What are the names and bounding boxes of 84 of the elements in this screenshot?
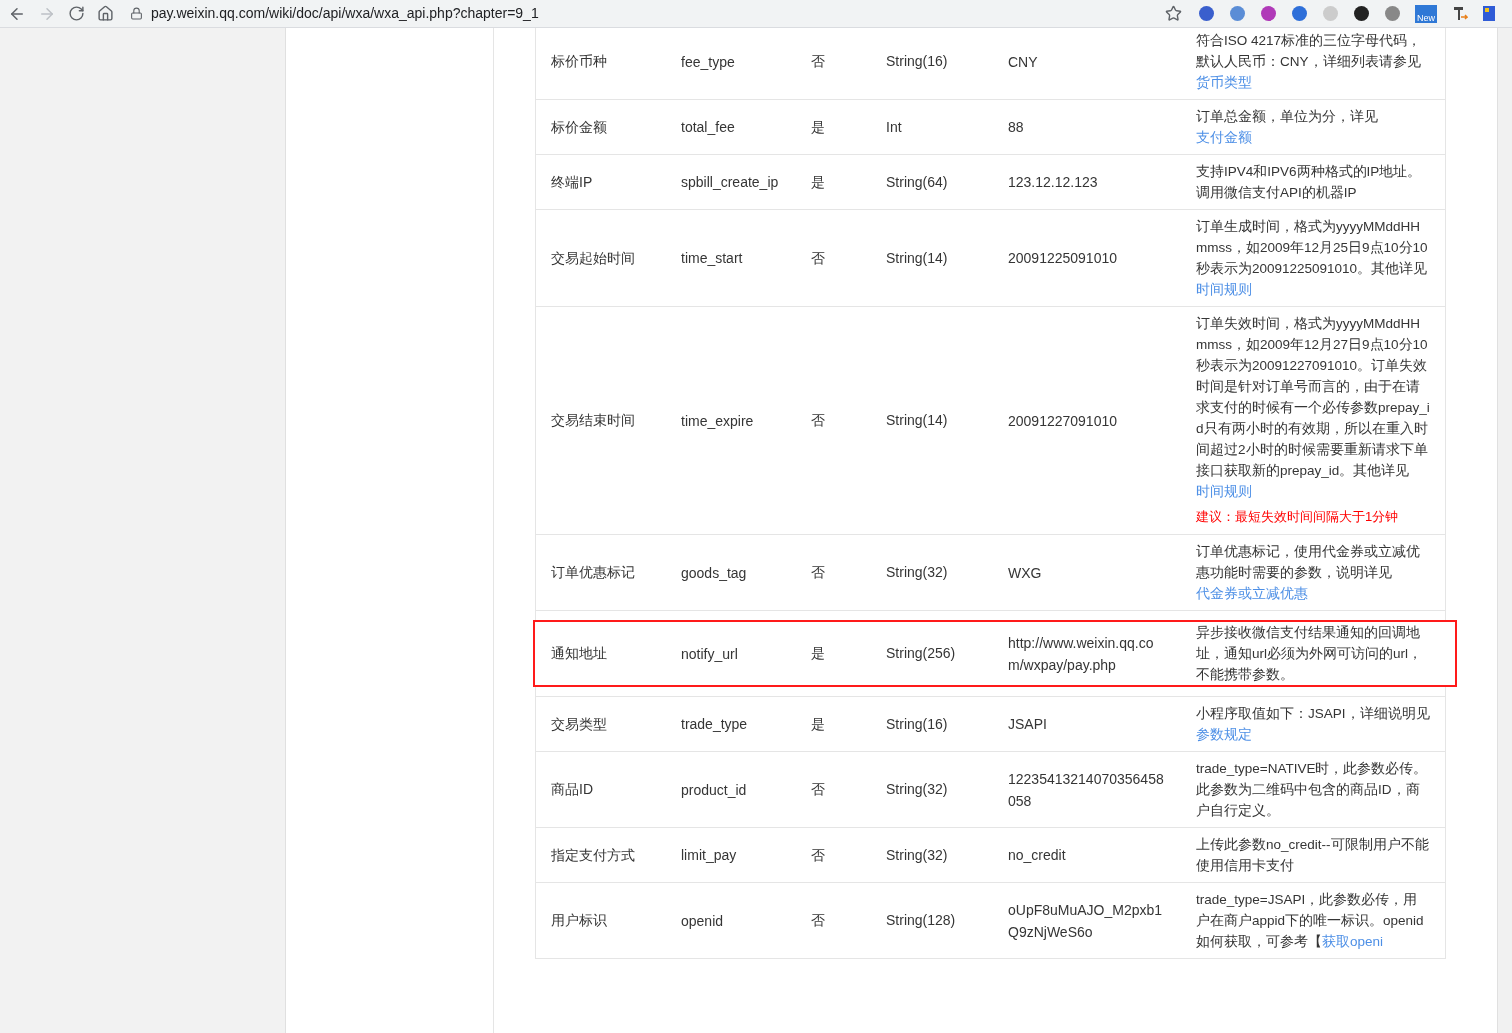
doc-link[interactable]: 货币类型 bbox=[1196, 75, 1252, 90]
table-cell-text: String(32) bbox=[885, 563, 949, 582]
table-cell-text: 订单优惠标记，使用代金券或立减优惠功能时需要的参数，说明详见 代金券或立减优惠 bbox=[1196, 543, 1421, 603]
table-cell-text: 12235413214070356458058 bbox=[1007, 769, 1165, 811]
doc-link[interactable]: 时间规则 bbox=[1196, 282, 1252, 297]
table-cell-text: goods_tag bbox=[680, 563, 748, 583]
table-cell-text: 否 bbox=[810, 563, 826, 582]
table-cell-text: 订单总金额，单位为分，详见 支付金额 bbox=[1196, 108, 1379, 147]
table-cell-text: 商品ID bbox=[550, 780, 594, 799]
table-cell-text: 是 bbox=[810, 644, 826, 663]
table-cell-text: 否 bbox=[810, 248, 826, 268]
doc-link[interactable]: 时间规则 bbox=[1196, 484, 1252, 499]
table-cell-text: 20091227091010 bbox=[1007, 411, 1118, 431]
table-cell-text: 否 bbox=[810, 411, 826, 430]
scrollbar[interactable] bbox=[1497, 28, 1512, 1033]
table-cell-text: JSAPI bbox=[1007, 715, 1048, 734]
table-cell-text: 标价币种 bbox=[550, 52, 608, 71]
table-cell-text: spbill_create_ip bbox=[680, 173, 780, 192]
table-cell-text: Int bbox=[885, 117, 903, 137]
table-cell-text: notify_url bbox=[680, 644, 739, 664]
table-cell-text: String(16) bbox=[885, 52, 949, 71]
table-cell-text: String(14) bbox=[885, 411, 949, 430]
extension-icon[interactable] bbox=[1451, 5, 1468, 22]
table-cell-text: fee_type bbox=[680, 52, 736, 72]
table-cell-text: String(32) bbox=[885, 845, 949, 865]
doc-link[interactable]: 支付金额 bbox=[1196, 130, 1252, 145]
table-cell-text: 标价金额 bbox=[550, 117, 608, 137]
table-cell-text: no_credit bbox=[1007, 846, 1067, 865]
url-text: pay.weixin.qq.com/wiki/doc/api/wxa/wxa_api.php?chapter=9_1 bbox=[151, 4, 539, 23]
table-cell-text: 是 bbox=[810, 172, 826, 192]
table-cell-text: String(16) bbox=[885, 714, 949, 734]
table-cell-text: 是 bbox=[810, 714, 826, 734]
table-cell-text: 交易起始时间 bbox=[550, 248, 636, 268]
table-cell-text: 交易结束时间 bbox=[550, 411, 636, 430]
table-cell-text: 终端IP bbox=[550, 172, 594, 192]
table-cell-text: trade_type=JSAPI，此参数必传，用户在商户appid下的唯一标识。openid如何获取，可参考【获取openi bbox=[1196, 891, 1425, 951]
table-cell-text: 异步接收微信支付结果通知的回调地址，通知url必须为外网可访问的url，不能携带参数。 bbox=[1196, 624, 1423, 684]
table-cell-text: http://www.weixin.qq.com/wxpay/pay.php bbox=[1007, 633, 1155, 675]
table-cell-text: trade_type bbox=[680, 715, 749, 734]
table-cell-text: total_fee bbox=[680, 118, 736, 137]
table-cell-text: product_id bbox=[680, 780, 748, 800]
table-cell-text: WXG bbox=[1007, 563, 1043, 583]
extension-icon[interactable] bbox=[1353, 5, 1370, 22]
table-cell-text: 上传此参数no_credit--可限制用户不能使用信用卡支付 bbox=[1196, 836, 1430, 875]
table-cell-text: String(14) bbox=[885, 248, 949, 268]
table-cell-text: String(128) bbox=[885, 911, 957, 930]
table-cell-text: String(256) bbox=[885, 644, 957, 663]
table-cell-text: 订单失效时间，格式为yyyyMMddHHmmss，如2009年12月27日9点10分10秒表示为20091227091010。订单失效时间是针对订单号而言的，由于在请求支付的时候有一个必传参数prepay_id只有两小时的有效期，所以在重入时间超过2小时的时候需要重新请求下单接口获取新的prepay_id。其他详见 时间规则 bbox=[1196, 315, 1431, 501]
table-cell-text: String(64) bbox=[885, 172, 949, 192]
doc-link[interactable]: 参数规定 bbox=[1196, 727, 1252, 742]
table-cell-text: 123.12.12.123 bbox=[1007, 173, 1099, 192]
address-bar[interactable]: pay.weixin.qq.com/wiki/doc/api/wxa/wxa_api.php?chapter=9_1 bbox=[126, 1, 1186, 26]
table-cell-text: 支持IPV4和IPV6两种格式的IP地址。调用微信支付API的机器IP bbox=[1196, 163, 1423, 202]
table-cell-text: CNY bbox=[1007, 52, 1039, 72]
table-cell-text: 通知地址 bbox=[550, 644, 608, 663]
doc-link[interactable]: 获取openi bbox=[1322, 934, 1384, 949]
table-cell-text: 小程序取值如下：JSAPI，详细说明见 参数规定 bbox=[1196, 705, 1431, 744]
table-cell-text: time_expire bbox=[680, 411, 755, 431]
table-cell-text: 88 bbox=[1007, 118, 1025, 137]
table-cell-text: 20091225091010 bbox=[1007, 249, 1118, 268]
table-cell-text: String(32) bbox=[885, 780, 949, 799]
table-cell-text: 否 bbox=[810, 780, 826, 799]
table-cell-text: 符合ISO 4217标准的三位字母代码，默认人民币：CNY，详细列表请参见 货币类型 bbox=[1196, 32, 1423, 92]
table-cell-text: trade_type=NATIVE时，此参数必传。此参数为二维码中包含的商品ID，商户自行定义。 bbox=[1196, 760, 1429, 820]
table-cell-text: 交易类型 bbox=[550, 714, 608, 734]
table-cell-text: oUpF8uMuAJO_M2pxb1Q9zNjWeS6o bbox=[1007, 900, 1164, 942]
warning-note: 建议：最短失效时间间隔大于1分钟 bbox=[1196, 508, 1400, 526]
table-cell-text: 用户标识 bbox=[550, 911, 608, 930]
doc-link[interactable]: 代金券或立减优惠 bbox=[1196, 586, 1308, 601]
table-cell-text: limit_pay bbox=[680, 846, 738, 865]
table-cell-text: 指定支付方式 bbox=[550, 845, 636, 865]
table-cell-text: 否 bbox=[810, 52, 826, 71]
table-cell-text: 否 bbox=[810, 845, 826, 865]
table-cell-text: 否 bbox=[810, 911, 826, 930]
table-cell-text: time_start bbox=[680, 249, 744, 268]
lock-icon bbox=[130, 7, 143, 20]
table-cell-text: 订单优惠标记 bbox=[550, 563, 636, 582]
extension-badge[interactable]: New bbox=[1415, 4, 1437, 23]
table-cell-text: 订单生成时间，格式为yyyyMMddHHmmss，如2009年12月25日9点10分10秒表示为20091225091010。其他详见 时间规则 bbox=[1196, 218, 1429, 299]
table-cell-text: openid bbox=[680, 911, 725, 931]
bookmark-star-icon[interactable] bbox=[1165, 5, 1182, 22]
home-button[interactable] bbox=[97, 5, 114, 22]
table-cell-text: 是 bbox=[810, 117, 826, 137]
reload-button[interactable] bbox=[68, 5, 85, 22]
